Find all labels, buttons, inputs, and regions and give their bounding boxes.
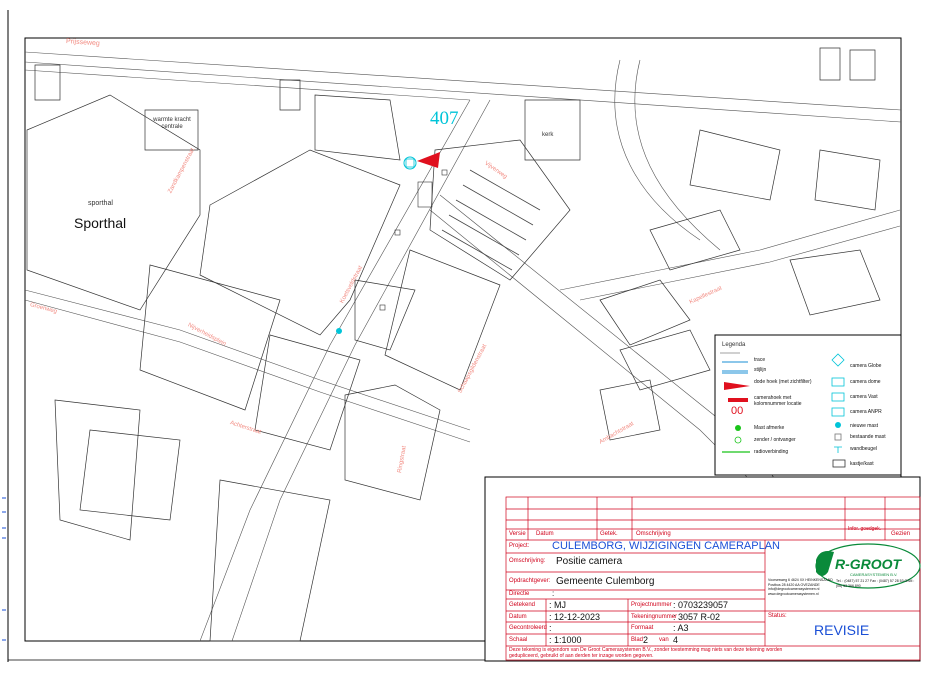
legend-item-camera-anpr: camera ANPR [850, 409, 882, 415]
datum-value: : 12-12-2023 [549, 612, 601, 622]
van-value: 4 [673, 635, 679, 645]
road-west [24, 289, 471, 431]
datum-label: Datum [509, 614, 527, 620]
road-diagonal-1 [199, 99, 471, 642]
status-label: Status: [768, 613, 787, 619]
header-versie: Versie [509, 531, 526, 537]
omschrijving-label: Omschrijving: [509, 558, 546, 564]
road-diagonal-5 [559, 209, 901, 291]
left-tick-marks [2, 497, 6, 641]
legend-item-nieuwe-mast: nieuwe mast [850, 423, 879, 429]
building-south-3 [54, 399, 141, 541]
parking-rows [441, 169, 541, 271]
legend-item-wandbeugel: wandbeugel [850, 446, 877, 452]
gecontroleerd-label: Gecontroleerd [509, 625, 548, 631]
new-mast-dot [336, 328, 342, 334]
building-east-2 [619, 329, 711, 391]
blad-label: Blad [631, 637, 644, 643]
header-getek: Getek. [600, 531, 618, 537]
camera-number-label: 407 [430, 108, 459, 129]
building-east-6 [814, 149, 881, 211]
legend-item-mast: Mast afmerke [754, 425, 785, 431]
building-east-5 [689, 129, 781, 201]
building-east-3 [649, 209, 741, 271]
sporthal-label: Sporthal [74, 215, 127, 231]
getekend-value: : MJ [549, 600, 566, 610]
building-north-3 [34, 64, 61, 101]
opdrachtgever-label: Opdrachtgever: [509, 578, 551, 584]
formaat-label: Formaat [631, 625, 654, 631]
projectnummer-value: : 0703239057 [673, 600, 729, 610]
opdrachtgever-value: Gemeente Culemborg [556, 576, 655, 587]
road-diagonal-6 [579, 225, 901, 301]
road-curved [614, 59, 721, 251]
legend-item-kast: kastje/kast [850, 461, 874, 467]
company-address: Voorsesweg 6 4624 XX HEINKENSZAND Postbu… [768, 578, 833, 596]
building-east-4 [789, 249, 881, 316]
legend-item-camera-dome: camera dome [850, 379, 881, 385]
building-north-1 [279, 79, 301, 111]
legend-item-dode-hoek: dode hoek (met zichtfilter) [754, 379, 812, 385]
legend-sample-number: 00 [731, 405, 744, 417]
omschrijving-value: Positie camera [556, 556, 623, 567]
building-north-4 [819, 47, 876, 81]
status-value: REVISIE [814, 622, 870, 638]
legend-item-radio: radioverbinding [754, 449, 789, 455]
kerk-label: kerk [542, 132, 554, 138]
schaal-value: : 1:1000 [549, 635, 582, 645]
building-south-2 [209, 479, 331, 642]
tekeningnummer-value: : 3057 R-02 [673, 612, 721, 622]
formaat-value: : A3 [673, 623, 689, 633]
legend-title: Legenda [722, 342, 746, 348]
gecontroleerd-value: : [549, 623, 552, 633]
header-infor: Infor. goedgek. [848, 526, 882, 532]
legend-item-trace: trace [754, 357, 766, 363]
header-gezien: Gezien [891, 531, 911, 537]
building-east-7 [599, 379, 661, 441]
project-value: CULEMBORG, WIJZIGINGEN CAMERAPLAN [552, 540, 780, 552]
header-datum: Datum [536, 531, 554, 537]
building-school [429, 139, 571, 281]
legend-item-bestaande-mast: bestaande mast [850, 434, 886, 440]
directie-label: Directie [509, 591, 530, 597]
road-prijsseweg [24, 51, 902, 123]
project-label: Project: [509, 543, 530, 549]
tekeningnummer-label: Tekeningnummer [631, 614, 678, 620]
warmte-kracht-label: warmte kracht centrale [153, 117, 191, 130]
legend-item-camera-globe: camera Globe [850, 363, 882, 369]
legend-item-camerahoek: camerahoek met kolomnummer locatie [754, 395, 802, 407]
road-diagonal-2 [231, 99, 491, 642]
building-block-a [199, 149, 401, 336]
van-label: van [659, 637, 669, 643]
projectnummer-label: Projectnummer [631, 602, 672, 608]
road-west-2 [24, 299, 471, 443]
building-block-c [254, 334, 361, 451]
camera-407-symbol [403, 152, 440, 170]
disclaimer-text: Deze tekening is eigendom van De Groot C… [509, 647, 783, 659]
legend-item-stijlijn: stijlijn [754, 367, 767, 373]
building-south-1 [79, 429, 181, 521]
building-kerk [524, 99, 581, 161]
building-north-2 [314, 94, 401, 161]
header-omschrijving: Omschrijving [636, 531, 671, 537]
camera-view-cone [417, 152, 440, 168]
legend-item-camera-vast: camera Vast [850, 394, 878, 400]
blad-value: 2 [643, 635, 649, 645]
company-name: R-GROOT [835, 556, 902, 572]
directie-value: : [552, 589, 555, 598]
legend-item-zender: zender / ontvanger [754, 437, 796, 443]
building-block-f [344, 384, 441, 501]
sporthal-small-label: sporthal [88, 200, 113, 207]
getekend-label: Getekend [509, 602, 536, 608]
company-phone: Tel. : (0487) 57 21 27 Fax : (0487) 57 2… [836, 579, 915, 588]
company-sub: CAMERASYSTEMEN B.V. [850, 572, 898, 577]
building-east-1 [599, 279, 691, 346]
schaal-label: Schaal [509, 637, 528, 643]
